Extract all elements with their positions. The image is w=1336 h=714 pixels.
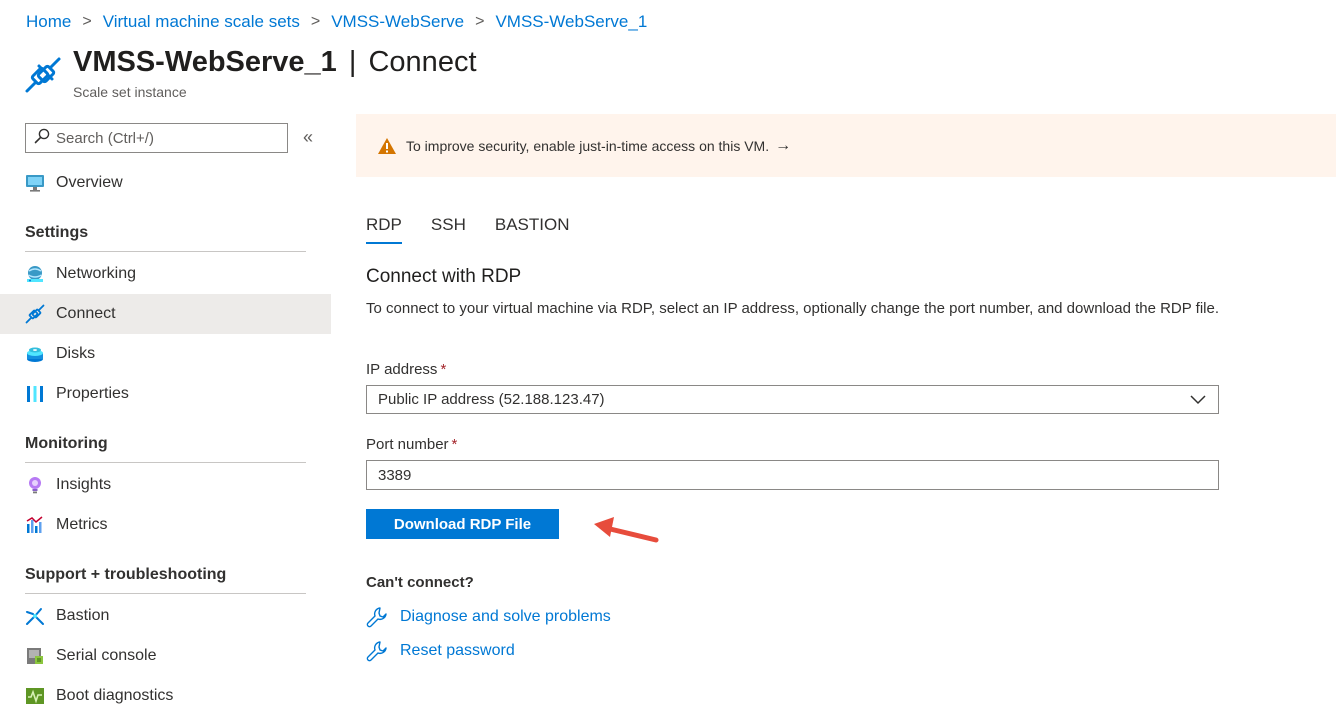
wrench-icon [366, 606, 388, 628]
required-marker: * [440, 361, 447, 378]
reset-password-link[interactable]: Reset password [366, 640, 515, 662]
search-input[interactable] [56, 129, 276, 147]
bar-chart-icon [25, 515, 45, 535]
required-marker: * [451, 436, 458, 453]
search-icon [34, 128, 50, 149]
link-label: Diagnose and solve problems [400, 608, 611, 625]
tab-bastion[interactable]: BASTION [495, 215, 570, 244]
link-label: Reset password [400, 642, 515, 659]
bastion-icon [25, 606, 45, 626]
sidebar-item-label: Bastion [56, 607, 110, 624]
port-number-input[interactable] [366, 460, 1219, 490]
sidebar-item-label: Metrics [56, 516, 108, 533]
breadcrumb-vmss[interactable]: VMSS-WebServe [331, 12, 464, 32]
plug-icon [25, 304, 45, 324]
sidebar-item-label: Serial console [56, 647, 157, 664]
banner-text: To improve security, enable just-in-time… [406, 137, 770, 154]
ip-address-label-text: IP address [366, 361, 438, 378]
breadcrumb-scale-sets[interactable]: Virtual machine scale sets [103, 12, 300, 32]
section-title: Connect with RDP [366, 266, 522, 287]
download-rdp-file-button[interactable]: Download RDP File [366, 509, 559, 539]
arrow-right-icon: → [775, 136, 792, 154]
sidebar-item-label: Disks [56, 345, 96, 362]
lightbulb-icon [25, 475, 45, 495]
sidebar-item-label: Networking [56, 265, 137, 282]
breadcrumb-separator: > [310, 13, 321, 30]
sidebar-item-serial-console[interactable]: Serial console [0, 636, 331, 676]
page-title: VMSS-WebServe_1 | Connect [73, 46, 477, 79]
ip-address-label: IP address * [366, 361, 446, 378]
sidebar-item-networking[interactable]: Networking [0, 254, 331, 294]
breadcrumb-instance[interactable]: VMSS-WebServe_1 [495, 12, 647, 32]
sidebar-item-label: Boot diagnostics [56, 687, 174, 704]
jit-access-banner[interactable]: To improve security, enable just-in-time… [356, 114, 1336, 177]
resource-name: VMSS-WebServe_1 [73, 46, 337, 78]
port-number-label: Port number * [366, 436, 457, 453]
wrench-icon [366, 640, 388, 662]
sidebar-item-disks[interactable]: Disks [0, 334, 331, 374]
cant-connect-heading: Can't connect? [366, 574, 474, 591]
sidebar-item-boot-diagnostics[interactable]: Boot diagnostics [0, 676, 331, 714]
sidebar-item-label: Connect [56, 305, 116, 322]
console-icon [25, 646, 45, 666]
port-number-label-text: Port number [366, 436, 449, 453]
diagnose-solve-link[interactable]: Diagnose and solve problems [366, 606, 611, 628]
section-heading-monitoring: Monitoring [25, 435, 306, 463]
section-heading-support: Support + troubleshooting [25, 566, 306, 594]
breadcrumb-separator: > [475, 13, 485, 30]
title-separator: | [348, 46, 357, 78]
sidebar-item-insights[interactable]: Insights [0, 465, 331, 505]
sidebar-item-connect[interactable]: Connect [0, 294, 331, 334]
breadcrumb-separator: > [82, 13, 92, 30]
chevron-down-icon [1189, 392, 1207, 412]
section-heading-settings: Settings [25, 224, 306, 252]
collapse-sidebar-button[interactable]: « [303, 127, 313, 148]
sidebar-item-overview[interactable]: Overview [0, 163, 331, 203]
red-arrow-annotation-icon [592, 512, 660, 553]
breadcrumb: Home > Virtual machine scale sets > VMSS… [26, 12, 647, 32]
sidebar-item-label: Overview [56, 174, 123, 191]
sidebar-item-bastion[interactable]: Bastion [0, 596, 331, 636]
ip-address-value: Public IP address (52.188.123.47) [378, 391, 605, 408]
pulse-icon [25, 686, 45, 706]
bars-icon [25, 384, 45, 404]
tab-rdp[interactable]: RDP [366, 215, 402, 244]
globe-network-icon [25, 264, 45, 284]
tab-ssh[interactable]: SSH [431, 215, 466, 244]
connect-tabs: RDP SSH BASTION [366, 215, 599, 244]
warning-icon [377, 137, 397, 155]
sidebar-search[interactable] [25, 123, 288, 153]
sidebar-item-metrics[interactable]: Metrics [0, 505, 331, 545]
disk-stack-icon [25, 344, 45, 364]
blade-name: Connect [368, 46, 477, 78]
ip-address-dropdown[interactable]: Public IP address (52.188.123.47) [366, 385, 1219, 414]
plug-icon [24, 56, 62, 94]
rdp-description: To connect to your virtual machine via R… [366, 300, 1220, 317]
sidebar-item-properties[interactable]: Properties [0, 374, 331, 414]
sidebar-item-label: Insights [56, 476, 112, 493]
page-subtitle: Scale set instance [73, 84, 187, 100]
sidebar-item-label: Properties [56, 385, 129, 402]
breadcrumb-home[interactable]: Home [26, 12, 71, 32]
monitor-icon [25, 173, 45, 193]
